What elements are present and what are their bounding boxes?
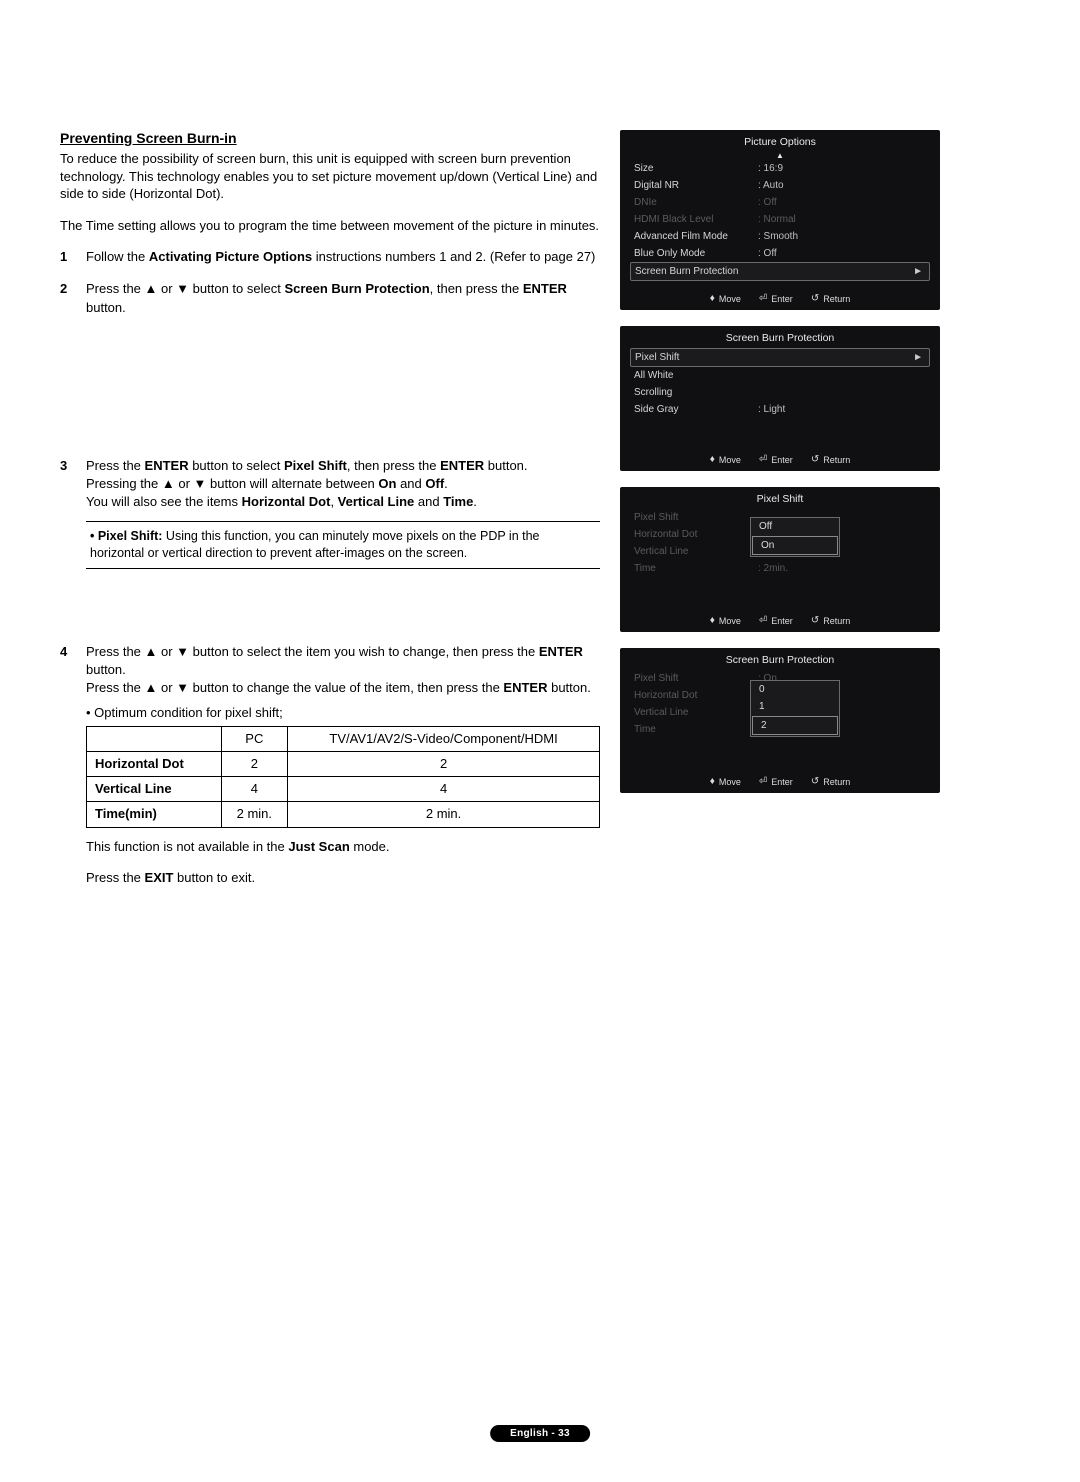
popup-option: 0: [751, 681, 839, 698]
osd-picture-options: Picture Options ▲ Size : 16:9 Digital NR : …: [620, 130, 940, 310]
just-scan-note: This function is not available in the Ju…: [86, 838, 600, 856]
step-number: 3: [60, 457, 76, 512]
osd-row-label: Pixel Shift: [635, 352, 755, 363]
osd-row-label: Side Gray: [634, 404, 754, 415]
osd-row-label: Horizontal Dot: [634, 690, 754, 701]
osd-row-label: Advanced Film Mode: [634, 231, 754, 242]
step-number: 2: [60, 280, 76, 316]
chevron-right-icon: ►: [913, 266, 923, 277]
enter-icon: ⏎: [759, 615, 767, 626]
osd-popup: OffOn: [750, 517, 840, 557]
intro-2: The Time setting allows you to program t…: [60, 217, 600, 235]
osd-row: DNIe : Off: [630, 194, 930, 211]
move-icon: ♦: [710, 776, 715, 787]
osd-row-label: Vertical Line: [634, 546, 754, 557]
osd-row: Advanced Film Mode : Smooth: [630, 228, 930, 245]
osd-footer: ♦Move ⏎Enter ↺Return: [620, 609, 940, 630]
return-icon: ↺: [811, 615, 819, 626]
osd-row-label: Horizontal Dot: [634, 529, 754, 540]
osd-title: Screen Burn Protection: [620, 648, 940, 670]
osd-row-value: : Normal: [758, 214, 796, 225]
step-1: 1 Follow the Activating Picture Options …: [60, 248, 600, 266]
osd-row-value: : 2min.: [758, 563, 788, 574]
osd-title: Screen Burn Protection: [620, 326, 940, 348]
osd-row-label: Blue Only Mode: [634, 248, 754, 259]
osd-title: Picture Options: [620, 130, 940, 152]
osd-row: Side Gray : Light: [630, 401, 930, 418]
osd-row-label: Vertical Line: [634, 707, 754, 718]
osd-row-value: : Off: [758, 197, 777, 208]
chevron-right-icon: ►: [913, 352, 923, 363]
enter-icon: ⏎: [759, 293, 767, 304]
table-row: Time(min) 2 min. 2 min.: [87, 802, 600, 827]
step-4: 4 Press the ▲ or ▼ button to select the …: [60, 643, 600, 901]
osd-row-label: All White: [634, 370, 754, 381]
osd-screenshots: Picture Options ▲ Size : 16:9 Digital NR : …: [620, 130, 940, 905]
osd-footer: ♦Move ⏎Enter ↺Return: [620, 287, 940, 308]
osd-row-value: : Auto: [758, 180, 784, 191]
osd-row: HDMI Black Level : Normal: [630, 211, 930, 228]
enter-icon: ⏎: [759, 776, 767, 787]
osd-row-label: Size: [634, 163, 754, 174]
table-row: Vertical Line 4 4: [87, 777, 600, 802]
osd-row-label: DNIe: [634, 197, 754, 208]
osd-row-label: Pixel Shift: [634, 673, 754, 684]
optimum-label: • Optimum condition for pixel shift;: [86, 704, 600, 722]
step-number: 4: [60, 643, 76, 901]
popup-option: Off: [751, 518, 839, 535]
osd-row: All White: [630, 367, 930, 384]
osd-row-value: : Smooth: [758, 231, 798, 242]
osd-screen-burn: Screen Burn Protection Pixel Shift ► All W…: [620, 326, 940, 471]
osd-row-label: Time: [634, 724, 754, 735]
osd-row-value: : Light: [758, 404, 785, 415]
section-title: Preventing Screen Burn-in: [60, 130, 600, 146]
table-row: Horizontal Dot 2 2: [87, 752, 600, 777]
osd-row-value: : 16:9: [758, 163, 783, 174]
osd-row: Digital NR : Auto: [630, 177, 930, 194]
osd-pixel-shift: Pixel Shift Pixel Shift Horizontal Dot Ver…: [620, 487, 940, 632]
exit-note: Press the EXIT button to exit.: [86, 869, 600, 887]
step-number: 1: [60, 248, 76, 266]
osd-row: Scrolling: [630, 384, 930, 401]
osd-popup: 012: [750, 680, 840, 737]
osd-row-value: : Off: [758, 248, 777, 259]
osd-row: Blue Only Mode : Off: [630, 245, 930, 262]
osd-row-label: Screen Burn Protection: [635, 266, 755, 277]
return-icon: ↺: [811, 776, 819, 787]
return-icon: ↺: [811, 454, 819, 465]
popup-option: On: [752, 536, 838, 555]
osd-footer: ♦Move ⏎Enter ↺Return: [620, 448, 940, 469]
osd-row-label: Pixel Shift: [634, 512, 754, 523]
move-icon: ♦: [710, 454, 715, 465]
osd-row: Screen Burn Protection ►: [630, 262, 930, 281]
osd-title: Pixel Shift: [620, 487, 940, 509]
note-box: • Pixel Shift: Using this function, you …: [86, 521, 600, 569]
osd-row-label: HDMI Black Level: [634, 214, 754, 225]
osd-row: Pixel Shift ►: [630, 348, 930, 367]
osd-row: Time : 2min.: [630, 560, 930, 577]
page-footer: English - 33: [490, 1425, 590, 1442]
osd-footer: ♦Move ⏎Enter ↺Return: [620, 770, 940, 791]
step-3: 3 Press the ENTER button to select Pixel…: [60, 457, 600, 512]
return-icon: ↺: [811, 293, 819, 304]
step-2: 2 Press the ▲ or ▼ button to select Scre…: [60, 280, 600, 316]
scroll-up-icon: ▲: [620, 152, 940, 160]
osd-row-label: Scrolling: [634, 387, 754, 398]
popup-option: 2: [752, 716, 838, 735]
popup-option: 1: [751, 698, 839, 715]
instruction-text: Preventing Screen Burn-in To reduce the …: [60, 130, 600, 905]
osd-screen-burn-2: Screen Burn Protection Pixel Shift: OnHo…: [620, 648, 940, 793]
osd-row: Size : 16:9: [630, 160, 930, 177]
optimum-table: PC TV/AV1/AV2/S-Video/Component/HDMI Hor…: [86, 726, 600, 828]
osd-row-label: Digital NR: [634, 180, 754, 191]
enter-icon: ⏎: [759, 454, 767, 465]
intro-1: To reduce the possibility of screen burn…: [60, 150, 600, 203]
move-icon: ♦: [710, 615, 715, 626]
osd-row-label: Time: [634, 563, 754, 574]
move-icon: ♦: [710, 293, 715, 304]
